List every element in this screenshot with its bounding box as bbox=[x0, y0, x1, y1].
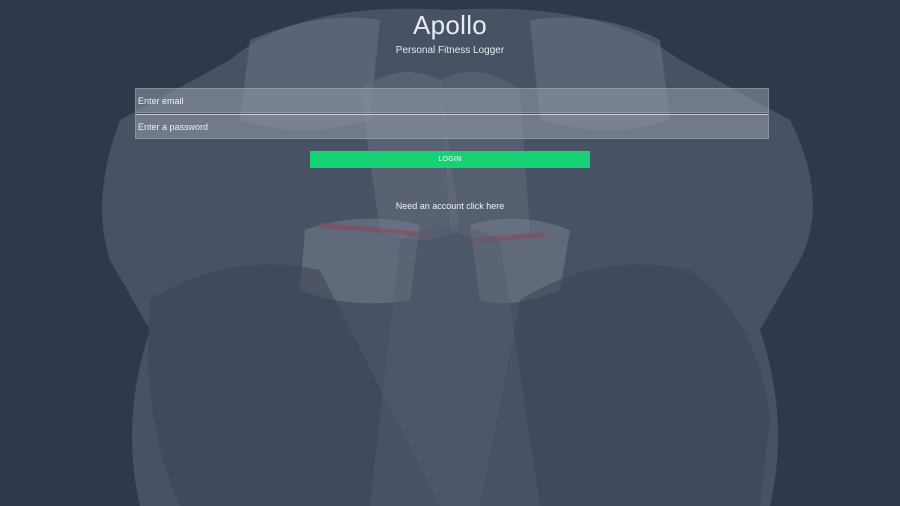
app-title: Apollo bbox=[412, 10, 488, 40]
email-input[interactable] bbox=[135, 88, 769, 113]
login-page: Apollo Personal Fitness Logger LOGIN Nee… bbox=[0, 0, 900, 506]
app-subtitle: Personal Fitness Logger bbox=[395, 45, 505, 56]
login-button[interactable]: LOGIN bbox=[310, 151, 590, 168]
signup-link[interactable]: Need an account click here bbox=[0, 201, 900, 211]
password-input[interactable] bbox=[135, 114, 769, 139]
